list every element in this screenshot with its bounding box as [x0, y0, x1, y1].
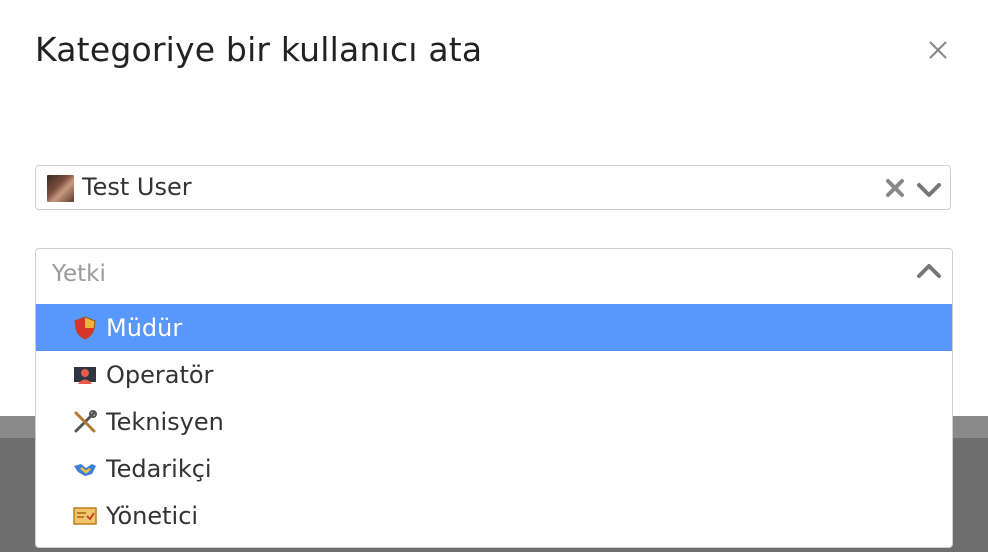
role-option-label: Tedarikçi: [106, 454, 212, 483]
user-select[interactable]: Test User: [35, 165, 951, 210]
role-options-list: Müdür Operatör Teknisyen Tedarikçi Yönet…: [36, 304, 952, 539]
modal-title: Kategoriye bir kullanıcı ata: [35, 30, 483, 69]
shield-icon: [74, 315, 96, 340]
tools-icon: [74, 409, 97, 432]
close-icon[interactable]: [924, 36, 952, 64]
role-option-tedarikci[interactable]: Tedarikçi: [36, 445, 952, 492]
chevron-down-icon[interactable]: [916, 180, 942, 200]
certificate-icon: [73, 506, 97, 525]
role-option-operator[interactable]: Operatör: [36, 351, 952, 398]
role-option-label: Operatör: [106, 360, 214, 389]
clear-icon[interactable]: [884, 177, 906, 199]
handshake-icon: [74, 463, 96, 476]
chevron-up-icon[interactable]: [916, 261, 942, 281]
role-option-label: Teknisyen: [106, 407, 224, 436]
selected-user-label: Test User: [82, 173, 192, 201]
monitor-user-icon: [74, 366, 96, 384]
role-placeholder: Yetki: [52, 261, 106, 287]
role-option-yonetici[interactable]: Yönetici: [36, 492, 952, 539]
role-option-teknisyen[interactable]: Teknisyen: [36, 398, 952, 445]
role-option-mudur[interactable]: Müdür: [36, 304, 952, 351]
user-avatar: [47, 175, 74, 202]
role-option-label: Yönetici: [106, 501, 199, 530]
role-option-label: Müdür: [106, 313, 183, 342]
role-select[interactable]: Yetki Müdür Operatör Teknisyen Tedarikçi…: [35, 248, 953, 548]
